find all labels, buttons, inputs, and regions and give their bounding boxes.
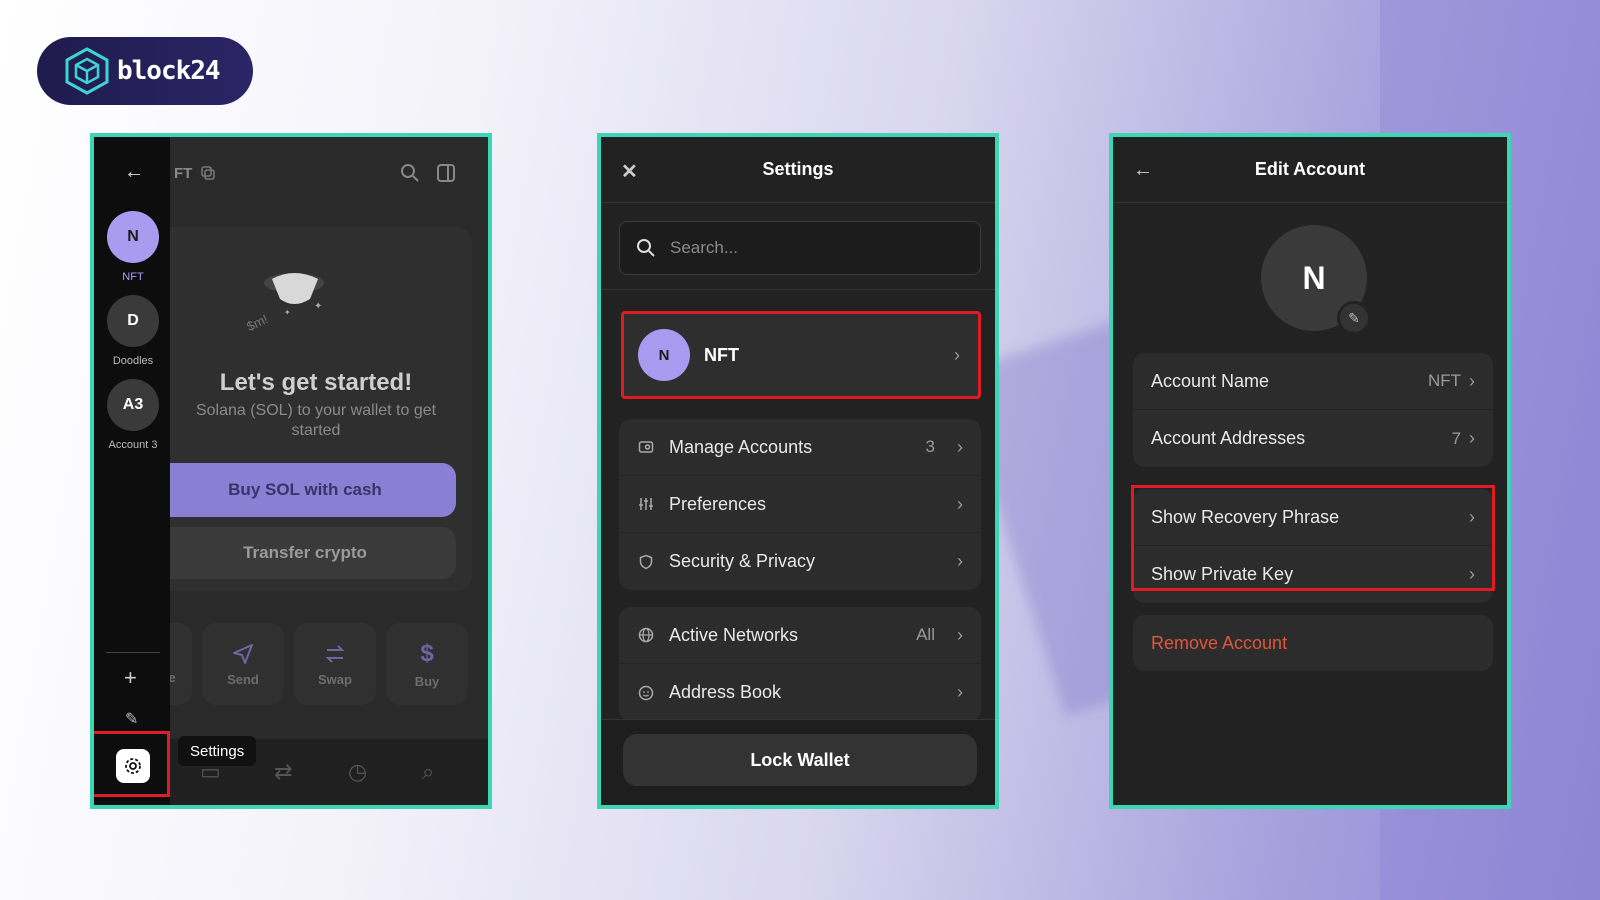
get-started-heading: Let's get started!: [219, 369, 413, 396]
settings-tooltip: Settings: [178, 736, 257, 766]
sidebar-account-doodles[interactable]: D Doodles: [107, 295, 159, 367]
history-icon[interactable]: ◷: [348, 759, 367, 785]
avatar: D: [107, 295, 159, 347]
quick-actions: e Send Swap $ Buy: [152, 623, 468, 705]
settings-group-account: Manage Accounts 3 › Preferences › Securi…: [619, 419, 981, 590]
send-button[interactable]: Send: [202, 623, 284, 705]
divider: [601, 289, 995, 290]
chevron-right-icon: ›: [1469, 370, 1475, 391]
chevron-right-icon: ›: [957, 551, 963, 571]
current-account-row[interactable]: N NFT ›: [621, 311, 981, 399]
address-book-row[interactable]: Address Book ›: [619, 664, 981, 721]
explore-search-icon[interactable]: ⌕: [422, 759, 434, 785]
edit-avatar-button[interactable]: ✎: [1337, 301, 1371, 335]
wallet-home-panel: FT $m! ✦ ✦ Let's get started! Solana (SO…: [90, 133, 492, 809]
divider: [106, 652, 160, 653]
manage-accounts-row[interactable]: Manage Accounts 3 ›: [619, 419, 981, 476]
swap-icon: [325, 644, 345, 663]
preferences-row[interactable]: Preferences ›: [619, 476, 981, 533]
settings-group-network: Active Networks All › Address Book ›: [619, 607, 981, 721]
send-icon: [233, 643, 253, 664]
swap-button[interactable]: Swap: [294, 623, 376, 705]
account-name-row[interactable]: Account Name NFT ›: [1133, 353, 1493, 410]
search-input[interactable]: [670, 238, 950, 258]
back-arrow-icon[interactable]: ←: [124, 161, 144, 184]
wallet-title: FT: [174, 164, 193, 182]
account-addresses-row[interactable]: Account Addresses 7 ›: [1133, 410, 1493, 467]
avatar: N: [107, 211, 159, 263]
chevron-right-icon: ›: [954, 344, 960, 365]
search-icon: [637, 239, 655, 257]
chevron-right-icon: ›: [957, 682, 963, 702]
account-name: Doodles: [112, 355, 154, 367]
address-book-icon: [637, 685, 655, 701]
globe-icon: [637, 627, 655, 643]
ghost-illustration-icon: $m! ✦ ✦: [244, 273, 324, 334]
account-name: Account 3: [108, 439, 158, 451]
add-account-icon[interactable]: +: [124, 665, 137, 691]
get-started-subtext: Solana (SOL) to your wallet to get start…: [195, 402, 437, 439]
shield-icon: [637, 554, 655, 570]
search-icon[interactable]: [400, 163, 420, 183]
account-info-group: Account Name NFT › Account Addresses 7 ›: [1133, 353, 1493, 467]
lock-wallet-button[interactable]: Lock Wallet: [623, 734, 977, 786]
annotation-highlight: [1131, 485, 1495, 591]
active-networks-row[interactable]: Active Networks All ›: [619, 607, 981, 664]
pencil-icon[interactable]: ✎: [125, 709, 138, 729]
remove-account-button[interactable]: Remove Account: [1133, 615, 1493, 671]
avatar: N: [638, 329, 690, 381]
preferences-icon: [637, 496, 655, 512]
dollar-icon: $: [420, 639, 434, 667]
cube-logo-icon: [65, 47, 109, 95]
transfer-crypto-button[interactable]: Transfer crypto: [154, 527, 456, 579]
account-sidebar: ← N NFT D Doodles A3 Account 3 + ✎: [94, 137, 170, 805]
settings-header: ✕ Settings: [601, 137, 995, 203]
sidebar-account-nft[interactable]: N NFT: [107, 211, 159, 283]
security-privacy-row[interactable]: Security & Privacy ›: [619, 533, 981, 590]
avatar: A3: [107, 379, 159, 431]
svg-text:✦: ✦: [314, 301, 322, 312]
pencil-icon: ✎: [1348, 309, 1360, 326]
settings-button[interactable]: [116, 749, 150, 783]
settings-search: [619, 221, 981, 275]
edit-account-header: ← Edit Account: [1113, 137, 1507, 203]
account-name: NFT: [122, 271, 144, 283]
settings-panel: ✕ Settings N NFT › Manage Accounts 3 › P…: [597, 133, 999, 809]
chevron-right-icon: ›: [957, 624, 963, 645]
manage-accounts-icon: [637, 439, 655, 455]
swap-nav-icon[interactable]: ⇄: [274, 759, 292, 785]
chevron-right-icon: ›: [957, 436, 963, 457]
copy-icon[interactable]: [200, 165, 216, 181]
sidebar-account-3[interactable]: A3 Account 3: [107, 379, 159, 451]
page-title: Edit Account: [1254, 159, 1366, 179]
gear-icon: [125, 758, 141, 774]
sidepanel-icon[interactable]: [436, 163, 456, 183]
close-icon[interactable]: ✕: [621, 159, 638, 184]
chevron-right-icon: ›: [1469, 428, 1475, 448]
buy-sol-button[interactable]: Buy SOL with cash: [154, 463, 456, 517]
brand-logo: block24: [37, 37, 253, 105]
settings-footer: Lock Wallet: [601, 719, 995, 805]
svg-text:✦: ✦: [284, 308, 291, 317]
svg-text:$m!: $m!: [244, 311, 270, 334]
buy-button[interactable]: $ Buy: [386, 623, 468, 705]
back-arrow-icon[interactable]: ←: [1133, 159, 1153, 182]
account-name: NFT: [704, 344, 739, 365]
edit-account-panel: ← Edit Account N ✎ Account Name NFT › Ac…: [1109, 133, 1511, 809]
brand-name: block24: [117, 56, 221, 86]
page-title: Settings: [762, 159, 834, 179]
chevron-right-icon: ›: [957, 493, 963, 514]
